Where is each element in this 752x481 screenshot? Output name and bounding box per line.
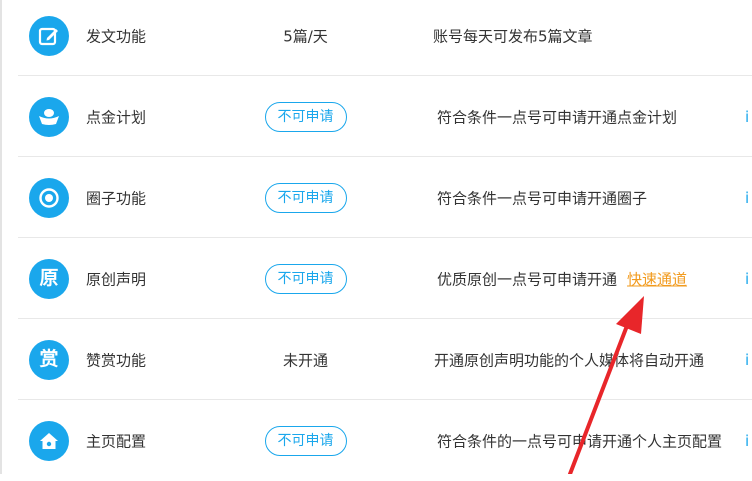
status-text: 未开通 — [282, 351, 328, 369]
feature-row-original: 原 原创声明 不可申请 优质原创一点号可申请开通 快速通道 i — [0, 238, 752, 319]
feature-description: 符合条件一点号可申请开通圈子 — [437, 189, 648, 207]
original-icon-glyph: 原 — [39, 267, 59, 289]
feature-name: 发文功能 — [86, 27, 147, 45]
feature-description: 账号每天可发布5篇文章 — [433, 27, 593, 45]
feature-name: 圈子功能 — [86, 189, 147, 207]
fast-track-link[interactable]: 快速通道 — [627, 270, 687, 288]
feature-name: 赞赏功能 — [86, 351, 147, 369]
feature-name: 主页配置 — [86, 432, 147, 450]
feature-row-reward: 赏 赞赏功能 未开通 开通原创声明功能的个人媒体将自动开通 i — [0, 319, 752, 400]
feature-description: 符合条件一点号可申请开通点金计划 — [437, 108, 678, 126]
truncated-action-link[interactable]: i — [745, 108, 752, 126]
apply-status-button[interactable]: 不可申请 — [264, 425, 347, 456]
status-text: 5篇/天 — [283, 27, 328, 45]
status-area: 未开通 — [232, 349, 379, 370]
home-icon — [29, 420, 69, 461]
apply-status-button[interactable]: 不可申请 — [264, 263, 347, 294]
feature-description: 优质原创一点号可申请开通 快速通道 — [437, 268, 687, 289]
feature-description: 开通原创声明功能的个人媒体将自动开通 — [434, 351, 705, 369]
apply-status-button[interactable]: 不可申请 — [264, 182, 347, 213]
feature-name: 原创声明 — [86, 270, 147, 288]
feature-row-gold-plan: 点金计划 不可申请 符合条件一点号可申请开通点金计划 i — [0, 76, 752, 157]
status-area: 5篇/天 — [232, 25, 379, 46]
truncated-action-link[interactable]: i — [745, 351, 752, 369]
original-icon: 原 — [29, 258, 69, 299]
feature-name: 点金计划 — [86, 108, 147, 126]
truncated-action-link[interactable]: i — [745, 432, 752, 450]
status-area: 不可申请 — [232, 182, 379, 213]
apply-status-button[interactable]: 不可申请 — [264, 101, 347, 132]
status-area: 不可申请 — [232, 425, 379, 456]
reward-icon-glyph: 赏 — [39, 348, 59, 370]
feature-description-text: 优质原创一点号可申请开通 — [437, 270, 618, 288]
reward-icon: 赏 — [29, 339, 69, 380]
edit-icon — [29, 15, 69, 56]
gold-ingot-icon — [29, 96, 69, 137]
status-area: 不可申请 — [232, 101, 379, 132]
target-circle-icon — [29, 177, 69, 218]
feature-row-circle: 圈子功能 不可申请 符合条件一点号可申请开通圈子 i — [0, 157, 752, 238]
status-area: 不可申请 — [232, 263, 379, 294]
truncated-action-link[interactable]: i — [745, 189, 752, 207]
feature-row-publish: 发文功能 5篇/天 账号每天可发布5篇文章 — [0, 0, 752, 76]
feature-description: 符合条件的一点号可申请开通个人主页配置 — [437, 432, 723, 450]
feature-row-homepage: 主页配置 不可申请 符合条件的一点号可申请开通个人主页配置 i — [0, 400, 752, 481]
truncated-action-link[interactable]: i — [745, 270, 752, 288]
